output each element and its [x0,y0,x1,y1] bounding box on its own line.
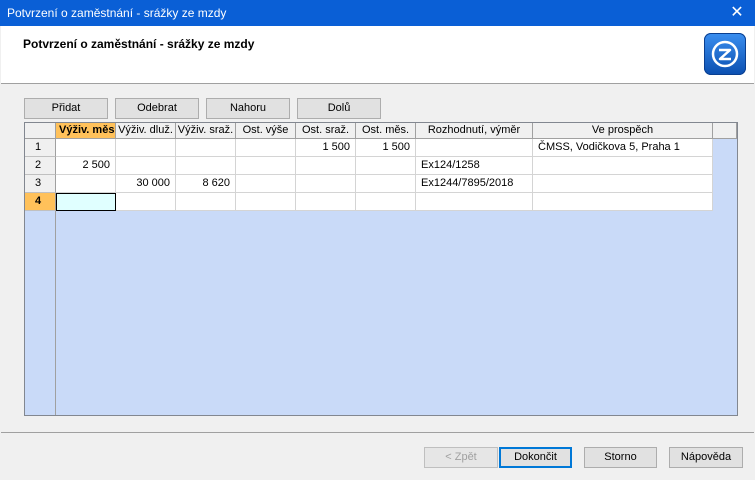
cell-ve-prospech[interactable] [533,193,713,211]
close-icon[interactable]: ✕ [719,0,755,26]
cell-vyziv-mes-selected[interactable] [56,193,116,211]
column-header-ost-vyse[interactable]: Ost. výše [236,123,296,139]
remove-button[interactable]: Odebrat [115,98,199,119]
page-title: Potvrzení o zaměstnání - srážky ze mzdy [23,37,255,51]
cell-ve-prospech[interactable] [533,157,713,175]
row-header[interactable]: 3 [25,175,56,193]
cell-vyziv-dluz[interactable] [116,193,176,211]
cell-ve-prospech[interactable] [533,175,713,193]
cell-ost-mes[interactable] [356,175,416,193]
cell-ost-vyse[interactable] [236,139,296,157]
column-header-ve-prospech[interactable]: Ve prospěch [533,123,713,139]
cell-vyziv-dluz[interactable] [116,157,176,175]
back-button[interactable]: < Zpět [424,447,498,468]
title-bar: Potvrzení o zaměstnání - srážky ze mzdy … [0,0,755,26]
help-button[interactable]: Nápověda [669,447,743,468]
cell-ost-vyse[interactable] [236,175,296,193]
cell-vyziv-sraz[interactable] [176,157,236,175]
finish-button[interactable]: Dokončit [499,447,572,468]
row-header[interactable]: 1 [25,139,56,157]
cell-vyziv-dluz[interactable]: 30 000 [116,175,176,193]
row-header[interactable]: 2 [25,157,56,175]
column-header-vyziv-sraz[interactable]: Výživ. sraž. [176,123,236,139]
cell-rozhodnuti[interactable]: Ex124/1258 [416,157,533,175]
cell-rozhodnuti[interactable]: Ex1244/7895/2018 [416,175,533,193]
cell-vyziv-mes[interactable] [56,139,116,157]
cell-rozhodnuti[interactable] [416,193,533,211]
cell-ost-sraz[interactable] [296,193,356,211]
column-header-ost-mes[interactable]: Ost. měs. [356,123,416,139]
cell-vyziv-sraz[interactable]: 8 620 [176,175,236,193]
cell-ost-sraz[interactable] [296,175,356,193]
app-logo-icon [704,33,746,75]
row-header-active[interactable]: 4 [25,193,56,211]
column-header-rozhodnuti[interactable]: Rozhodnutí, výměr [416,123,533,139]
cancel-button[interactable]: Storno [584,447,657,468]
cell-ost-sraz[interactable]: 1 500 [296,139,356,157]
deductions-grid[interactable]: Výživ. měs Výživ. dluž. Výživ. sraž. Ost… [24,122,738,416]
column-header-vyziv-dluz[interactable]: Výživ. dluž. [116,123,176,139]
cell-ost-vyse[interactable] [236,193,296,211]
move-down-button[interactable]: Dolů [297,98,381,119]
cell-ost-mes[interactable] [356,193,416,211]
cell-ost-mes[interactable]: 1 500 [356,139,416,157]
cell-vyziv-sraz[interactable] [176,139,236,157]
wizard-header: Potvrzení o zaměstnání - srážky ze mzdy [1,26,754,84]
cell-vyziv-sraz[interactable] [176,193,236,211]
cell-ost-sraz[interactable] [296,157,356,175]
cell-ve-prospech[interactable]: ČMSS, Vodičkova 5, Praha 1 [533,139,713,157]
cell-vyziv-mes[interactable]: 2 500 [56,157,116,175]
column-header-filler [713,123,737,139]
cell-vyziv-mes[interactable] [56,175,116,193]
grid-corner [25,123,56,139]
cell-rozhodnuti[interactable] [416,139,533,157]
cell-ost-mes[interactable] [356,157,416,175]
column-header-vyziv-mes[interactable]: Výživ. měs [56,123,116,139]
add-button[interactable]: Přidat [24,98,108,119]
footer-divider [1,432,754,433]
window-title: Potvrzení o zaměstnání - srážky ze mzdy [7,6,227,20]
move-up-button[interactable]: Nahoru [206,98,290,119]
cell-ost-vyse[interactable] [236,157,296,175]
column-header-ost-sraz[interactable]: Ost. sraž. [296,123,356,139]
cell-vyziv-dluz[interactable] [116,139,176,157]
